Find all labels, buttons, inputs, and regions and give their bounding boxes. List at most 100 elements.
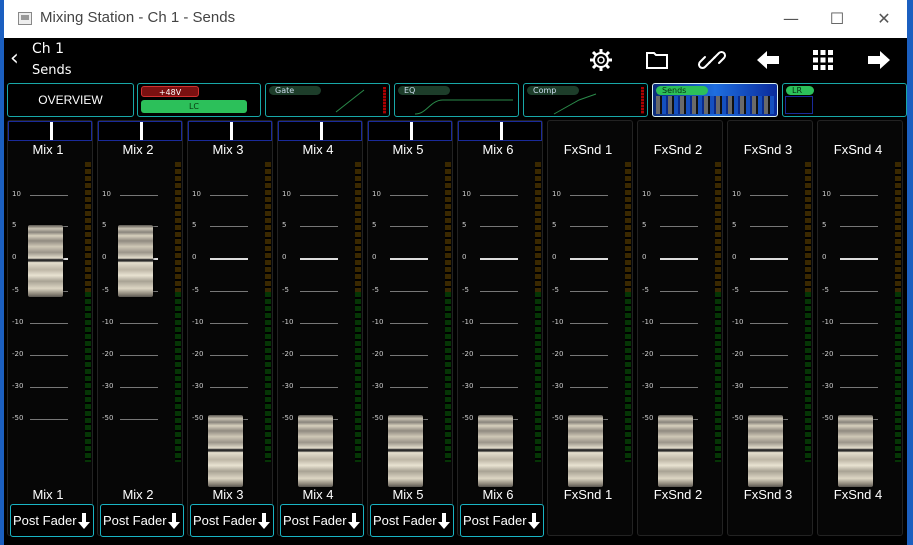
scale-label: -50 [192, 414, 204, 422]
send-strip: Mix 6 10 5 0 -5 -10 -20 -30 -50 Mix 6 Post Fader [457, 120, 544, 537]
scale-label: 0 [462, 253, 467, 261]
back-chevron-icon[interactable]: ‹ [10, 48, 19, 70]
tap-point-button[interactable]: Post Fader [190, 504, 274, 537]
tab-comp[interactable]: Comp [523, 83, 648, 117]
scale-line [30, 323, 68, 324]
scale-label: -50 [102, 414, 114, 422]
scale-line [480, 226, 518, 227]
tab-sends[interactable]: Sends [652, 83, 778, 117]
strip-bottom-name: Mix 5 [392, 487, 424, 502]
scale-label: -50 [642, 414, 654, 422]
scale-line [840, 387, 878, 388]
scale-label: 5 [462, 221, 467, 229]
scale-line [570, 195, 608, 196]
tab-overview[interactable]: OVERVIEW [7, 83, 134, 117]
scale-label: 10 [372, 190, 381, 198]
scale-line [750, 195, 788, 196]
fader-knob[interactable] [28, 225, 63, 297]
tap-point-button[interactable]: Post Fader [370, 504, 454, 537]
scale-line [300, 258, 338, 260]
fader-knob[interactable] [748, 415, 783, 487]
scale-line [570, 355, 608, 356]
tab-lr[interactable]: LR [782, 83, 907, 117]
scale-line [210, 195, 248, 196]
fader-knob[interactable] [838, 415, 873, 487]
tap-point-label: Post Fader [103, 513, 167, 528]
scale-line [660, 291, 698, 292]
tab-input[interactable]: +48V LC [137, 83, 261, 117]
scale-label: 10 [282, 190, 291, 198]
send-strips: Mix 1 10 5 0 -5 -10 -20 -30 -50 Mix 1 Post Fader Mi… [4, 120, 907, 545]
arrow-left-icon[interactable] [753, 45, 783, 75]
fader-knob[interactable] [568, 415, 603, 487]
tap-point-button[interactable]: Post Fader [460, 504, 544, 537]
scale-line [210, 226, 248, 227]
tab-gate[interactable]: Gate [265, 83, 390, 117]
scale-line [840, 291, 878, 292]
send-strip: Mix 3 10 5 0 -5 -10 -20 -30 -50 Mix 3 Post Fader [187, 120, 274, 537]
send-strip: Mix 5 10 5 0 -5 -10 -20 -30 -50 Mix 5 Post Fader [367, 120, 454, 537]
scale-line [840, 195, 878, 196]
scale-label: -10 [552, 318, 564, 326]
level-meter [265, 162, 271, 462]
arrow-right-icon[interactable] [864, 45, 894, 75]
comp-curve-icon [553, 93, 597, 115]
scale-line [750, 226, 788, 227]
maximize-button[interactable]: ☐ [814, 0, 860, 38]
scale-label: 5 [642, 221, 647, 229]
scale-label: -10 [12, 318, 24, 326]
scale-line [210, 387, 248, 388]
scale-label: -30 [642, 382, 654, 390]
scale-line [210, 323, 248, 324]
fader-knob[interactable] [658, 415, 693, 487]
minimize-button[interactable]: — [768, 0, 814, 38]
close-button[interactable]: ✕ [861, 0, 907, 38]
scale-label: 5 [552, 221, 557, 229]
scale-line [300, 355, 338, 356]
tab-eq[interactable]: EQ [394, 83, 519, 117]
level-meter [175, 162, 181, 462]
scale-label: -30 [372, 382, 384, 390]
scale-line [120, 323, 158, 324]
scale-label: -50 [372, 414, 384, 422]
scale-line [480, 258, 518, 260]
folder-icon[interactable] [642, 45, 672, 75]
grid-icon[interactable] [808, 45, 838, 75]
sends-bars [656, 96, 774, 114]
scale-line [660, 195, 698, 196]
scale-label: -5 [282, 286, 289, 294]
arrow-down-icon [258, 513, 270, 529]
tap-point-button[interactable]: Post Fader [100, 504, 184, 537]
scale-label: -50 [462, 414, 474, 422]
scale-line [300, 323, 338, 324]
scale-line [480, 355, 518, 356]
scale-line [300, 195, 338, 196]
scale-line [840, 226, 878, 227]
scale-line [120, 195, 158, 196]
tab-overview-label: OVERVIEW [38, 93, 103, 107]
tap-point-button[interactable]: Post Fader [280, 504, 364, 537]
lowcut-badge: LC [141, 100, 247, 113]
scale-line [390, 195, 428, 196]
scale-line [390, 226, 428, 227]
fader-knob[interactable] [298, 415, 333, 487]
fader-knob[interactable] [388, 415, 423, 487]
scale-line [480, 291, 518, 292]
fader-knob[interactable] [208, 415, 243, 487]
scale-line [750, 291, 788, 292]
settings-gear-icon[interactable] [586, 45, 616, 75]
scale-line [570, 258, 608, 260]
fader-knob[interactable] [118, 225, 153, 297]
channel-tabs: OVERVIEW +48V LC Gate EQ Comp Sends LR [4, 83, 907, 119]
scale-label: -30 [732, 382, 744, 390]
scale-line [480, 387, 518, 388]
scale-line [390, 291, 428, 292]
scale-label: 5 [732, 221, 737, 229]
fader-knob[interactable] [478, 415, 513, 487]
tap-point-button[interactable]: Post Fader [10, 504, 94, 537]
scale-line [30, 355, 68, 356]
link-icon[interactable] [697, 45, 727, 75]
scale-label: -20 [282, 350, 294, 358]
scale-label: -20 [822, 350, 834, 358]
arrow-down-icon [438, 513, 450, 529]
